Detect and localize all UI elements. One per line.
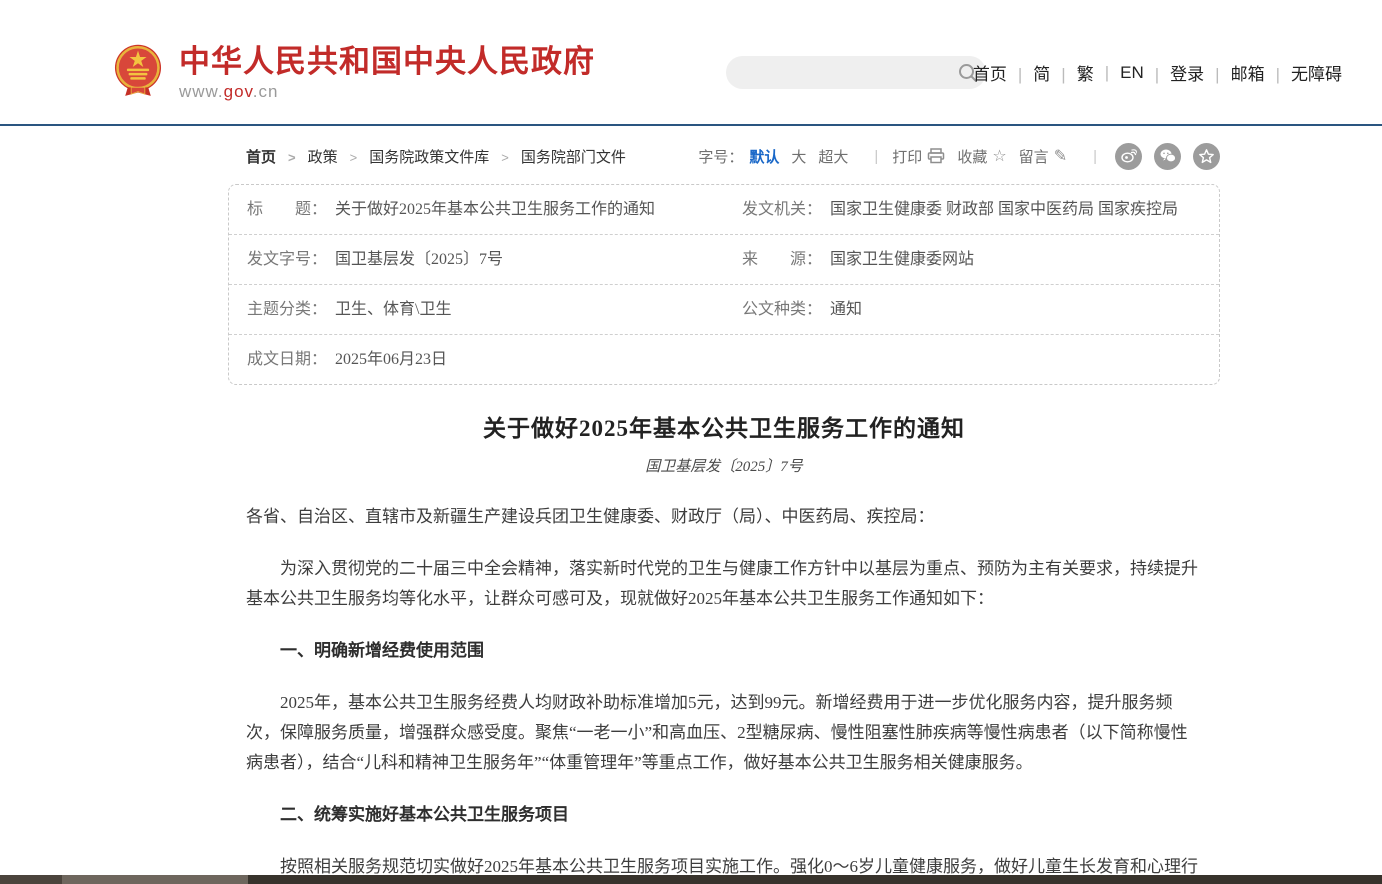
font-size-default-button[interactable]: 默认 — [749, 146, 779, 167]
meta-doc-type-cell: 公文种类： 通知 — [724, 285, 1219, 334]
toolbar-separator: | — [874, 148, 878, 165]
national-emblem-logo — [112, 43, 164, 101]
favorite-button[interactable]: 收藏 ☆ — [957, 146, 1006, 167]
breadcrumb-policy[interactable]: 政策 — [308, 146, 370, 167]
meta-row: 发文字号： 国卫基层发〔2025〕7号 来 源： 国家卫生健康委网站 — [229, 235, 1219, 285]
top-nav: 首页 简 繁 EN 登录 邮箱 无障碍 — [973, 60, 1342, 85]
meta-issuing-agency-value: 国家卫生健康委 财政部 国家中医药局 国家疾控局 — [830, 200, 1178, 219]
share-qzone-button[interactable] — [1193, 143, 1220, 170]
star-icon: ☆ — [992, 146, 1006, 166]
document-body: 各省、自治区、直辖市及新疆生产建设兵团卫生健康委、财政厅（局）、中医药局、疾控局… — [228, 502, 1220, 884]
favorite-label: 收藏 — [957, 146, 987, 167]
share-wechat-button[interactable] — [1154, 143, 1181, 170]
meta-date-value: 2025年06月23日 — [335, 350, 447, 369]
pencil-icon: ✎ — [1054, 146, 1067, 166]
print-button[interactable]: 打印 — [892, 146, 945, 167]
site-title[interactable]: 中华人民共和国中央人民政府 — [179, 45, 595, 79]
meta-source-value: 国家卫生健康委网站 — [830, 250, 974, 269]
meta-row: 主题分类： 卫生、体育\卫生 公文种类： 通知 — [229, 285, 1219, 335]
meta-title-value: 关于做好2025年基本公共卫生服务工作的通知 — [335, 200, 655, 219]
main-content: 首页 政策 国务院政策文件库 国务院部门文件 字号： 默认 大 超大 | 打印 … — [228, 143, 1220, 884]
meta-doc-number-value: 国卫基层发〔2025〕7号 — [335, 250, 503, 269]
nav-home[interactable]: 首页 — [973, 60, 1007, 85]
weibo-icon — [1121, 149, 1137, 163]
printer-icon — [927, 148, 945, 164]
nav-english[interactable]: EN — [1094, 63, 1144, 83]
meta-empty-cell — [724, 335, 1219, 384]
font-size-xlarge-button[interactable]: 超大 — [818, 146, 848, 167]
search-box — [726, 56, 986, 89]
paragraph-salutation: 各省、自治区、直辖市及新疆生产建设兵团卫生健康委、财政厅（局）、中医药局、疾控局… — [246, 502, 1202, 532]
bottom-bar — [0, 875, 1382, 884]
meta-date-cell: 成文日期： 2025年06月23日 — [229, 335, 724, 384]
meta-row: 成文日期： 2025年06月23日 — [229, 335, 1219, 384]
document-title: 关于做好2025年基本公共卫生服务工作的通知 — [228, 409, 1220, 443]
meta-row: 标 题： 关于做好2025年基本公共卫生服务工作的通知 发文机关： 国家卫生健康… — [229, 185, 1219, 235]
wechat-icon — [1160, 149, 1176, 163]
meta-issuing-agency-label: 发文机关： — [742, 200, 822, 219]
share-weibo-button[interactable] — [1115, 143, 1142, 170]
breadcrumb-department-docs: 国务院部门文件 — [521, 146, 626, 167]
meta-title-cell: 标 题： 关于做好2025年基本公共卫生服务工作的通知 — [229, 185, 724, 234]
document-meta-box: 标 题： 关于做好2025年基本公共卫生服务工作的通知 发文机关： 国家卫生健康… — [228, 184, 1220, 385]
meta-title-label: 标 题： — [247, 200, 327, 219]
document-article: 关于做好2025年基本公共卫生服务工作的通知 国卫基层发〔2025〕7号 各省、… — [228, 409, 1220, 884]
section-heading-2: 二、统筹实施好基本公共卫生服务项目 — [246, 800, 1202, 830]
meta-doc-type-label: 公文种类： — [742, 300, 822, 319]
document-toolbar: 字号： 默认 大 超大 | 打印 收藏 ☆ 留言 ✎ | — [698, 143, 1220, 170]
bottom-bar-segment — [62, 875, 248, 884]
nav-mailbox[interactable]: 邮箱 — [1204, 60, 1264, 85]
qzone-star-icon — [1199, 149, 1214, 164]
breadcrumb: 首页 政策 国务院政策文件库 国务院部门文件 — [228, 146, 626, 167]
document-number: 国卫基层发〔2025〕7号 — [228, 455, 1220, 476]
toolbar-separator: | — [1093, 148, 1097, 165]
site-url-prefix: www. — [179, 82, 224, 101]
breadcrumb-policy-library[interactable]: 国务院政策文件库 — [369, 146, 521, 167]
site-url-suffix: .cn — [253, 82, 279, 101]
comment-button[interactable]: 留言 ✎ — [1019, 146, 1067, 167]
meta-date-label: 成文日期： — [247, 350, 327, 369]
breadcrumb-home[interactable]: 首页 — [246, 146, 308, 167]
font-size-label: 字号： — [698, 146, 743, 167]
meta-topic-category-cell: 主题分类： 卫生、体育\卫生 — [229, 285, 724, 334]
nav-traditional[interactable]: 繁 — [1050, 60, 1093, 85]
section-heading-1: 一、明确新增经费使用范围 — [246, 636, 1202, 666]
nav-login[interactable]: 登录 — [1144, 60, 1204, 85]
print-label: 打印 — [892, 146, 922, 167]
paragraph-section-1: 2025年，基本公共卫生服务经费人均财政补助标准增加5元，达到99元。新增经费用… — [246, 688, 1202, 778]
meta-doc-number-label: 发文字号： — [247, 250, 327, 269]
meta-source-label: 来 源： — [742, 250, 822, 269]
site-url-gov: gov — [224, 82, 253, 101]
paragraph-intro: 为深入贯彻党的二十届三中全会精神，落实新时代党的卫生与健康工作方针中以基层为重点… — [246, 554, 1202, 614]
nav-accessibility[interactable]: 无障碍 — [1265, 60, 1342, 85]
share-group — [1115, 143, 1220, 170]
meta-doc-type-value: 通知 — [830, 300, 862, 319]
nav-simplified[interactable]: 简 — [1007, 60, 1050, 85]
meta-issuing-agency-cell: 发文机关： 国家卫生健康委 财政部 国家中医药局 国家疾控局 — [724, 185, 1219, 234]
site-url: www.gov.cn — [179, 82, 595, 102]
meta-doc-number-cell: 发文字号： 国卫基层发〔2025〕7号 — [229, 235, 724, 284]
font-size-large-button[interactable]: 大 — [791, 146, 806, 167]
meta-topic-category-value: 卫生、体育\卫生 — [335, 300, 451, 319]
site-brand[interactable]: 中华人民共和国中央人民政府 www.gov.cn — [112, 43, 595, 102]
bottom-bar-segment — [0, 875, 62, 884]
meta-topic-category-label: 主题分类： — [247, 300, 327, 319]
meta-source-cell: 来 源： 国家卫生健康委网站 — [724, 235, 1219, 284]
search-input[interactable] — [726, 65, 950, 81]
comment-label: 留言 — [1019, 146, 1049, 167]
site-header: 中华人民共和国中央人民政府 www.gov.cn 首页 简 繁 EN 登录 邮箱… — [0, 0, 1382, 126]
